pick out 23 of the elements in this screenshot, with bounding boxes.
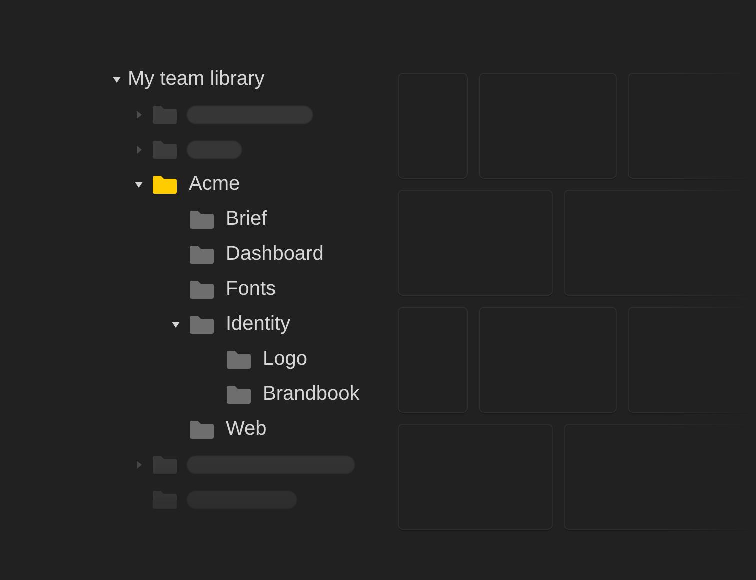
folder-icon (189, 280, 215, 300)
folder-icon (226, 384, 252, 404)
folder-icon (226, 350, 252, 370)
folder-name[interactable]: Logo (263, 348, 308, 371)
folder-name[interactable]: Dashboard (226, 243, 324, 266)
expand-arrow-icon[interactable] (134, 180, 144, 190)
folder-icon (152, 104, 178, 124)
folder-name[interactable]: Acme (189, 173, 240, 196)
folder-icon (152, 174, 178, 194)
folder-icon (189, 210, 215, 230)
folder-name[interactable]: Web (226, 418, 267, 441)
folder-icon (189, 420, 215, 440)
folder-icon (189, 314, 215, 334)
folder-name[interactable]: Fonts (226, 278, 276, 301)
folder-name[interactable]: Identity (226, 313, 290, 336)
folder-icon (152, 140, 178, 160)
folder-name[interactable]: Brandbook (263, 383, 360, 406)
folder-name[interactable]: Brief (226, 208, 268, 231)
library-title[interactable]: My team library (128, 68, 265, 91)
expand-arrow-icon[interactable] (171, 320, 181, 330)
folder-icon (152, 454, 178, 474)
expand-arrow-icon[interactable] (112, 74, 122, 84)
folder-icon (189, 244, 215, 264)
